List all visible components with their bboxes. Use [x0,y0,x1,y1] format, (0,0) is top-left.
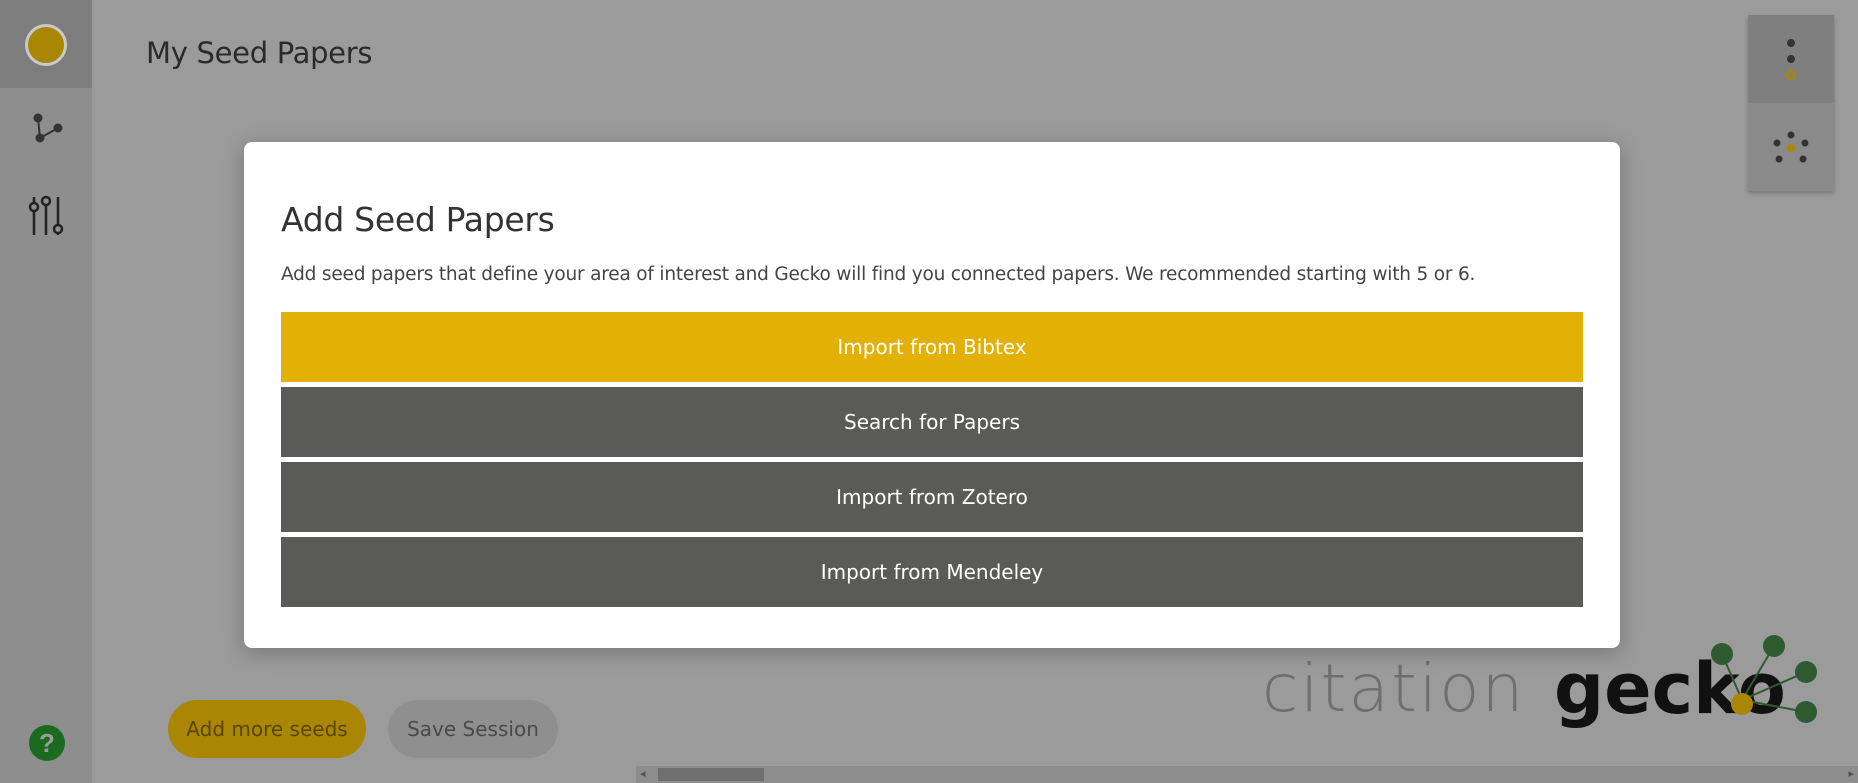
add-more-seeds-button[interactable]: Add more seeds [168,700,366,758]
circle-logo-icon [25,24,67,66]
logo-graph-icon [1711,635,1817,723]
scroll-left-icon[interactable]: ◂ [640,766,646,783]
vertical-dots-icon [1785,39,1797,81]
sliders-icon [28,195,64,235]
search-papers-button[interactable]: Search for Papers [281,387,1583,457]
import-mendeley-button[interactable]: Import from Mendeley [281,537,1583,607]
help-icon[interactable]: ? [29,725,65,761]
left-sidebar: ? [0,0,92,783]
sidebar-item-filters[interactable] [20,190,72,242]
add-seed-papers-dialog: Add Seed Papers Add seed papers that def… [244,142,1620,648]
sidebar-item-home[interactable] [0,0,92,88]
cluster-graph-icon [1773,131,1809,163]
import-zotero-button[interactable]: Import from Zotero [281,462,1583,532]
save-session-button[interactable]: Save Session [388,700,558,758]
right-toolbar [1748,15,1834,191]
scrollbar-thumb[interactable] [658,768,764,781]
horizontal-scrollbar[interactable]: ◂ ▸ [636,766,1858,783]
page-title: My Seed Papers [146,36,373,70]
tool-cluster[interactable] [1748,103,1834,191]
scroll-right-icon[interactable]: ▸ [1848,766,1854,783]
import-bibtex-button[interactable]: Import from Bibtex [281,312,1583,382]
sidebar-item-network[interactable] [20,102,72,154]
network-graph-icon [33,113,63,143]
tool-menu[interactable] [1748,15,1834,103]
citation-gecko-logo: citation gecko [1262,630,1822,750]
dialog-description: Add seed papers that define your area of… [281,264,1476,285]
dialog-title: Add Seed Papers [281,200,555,239]
